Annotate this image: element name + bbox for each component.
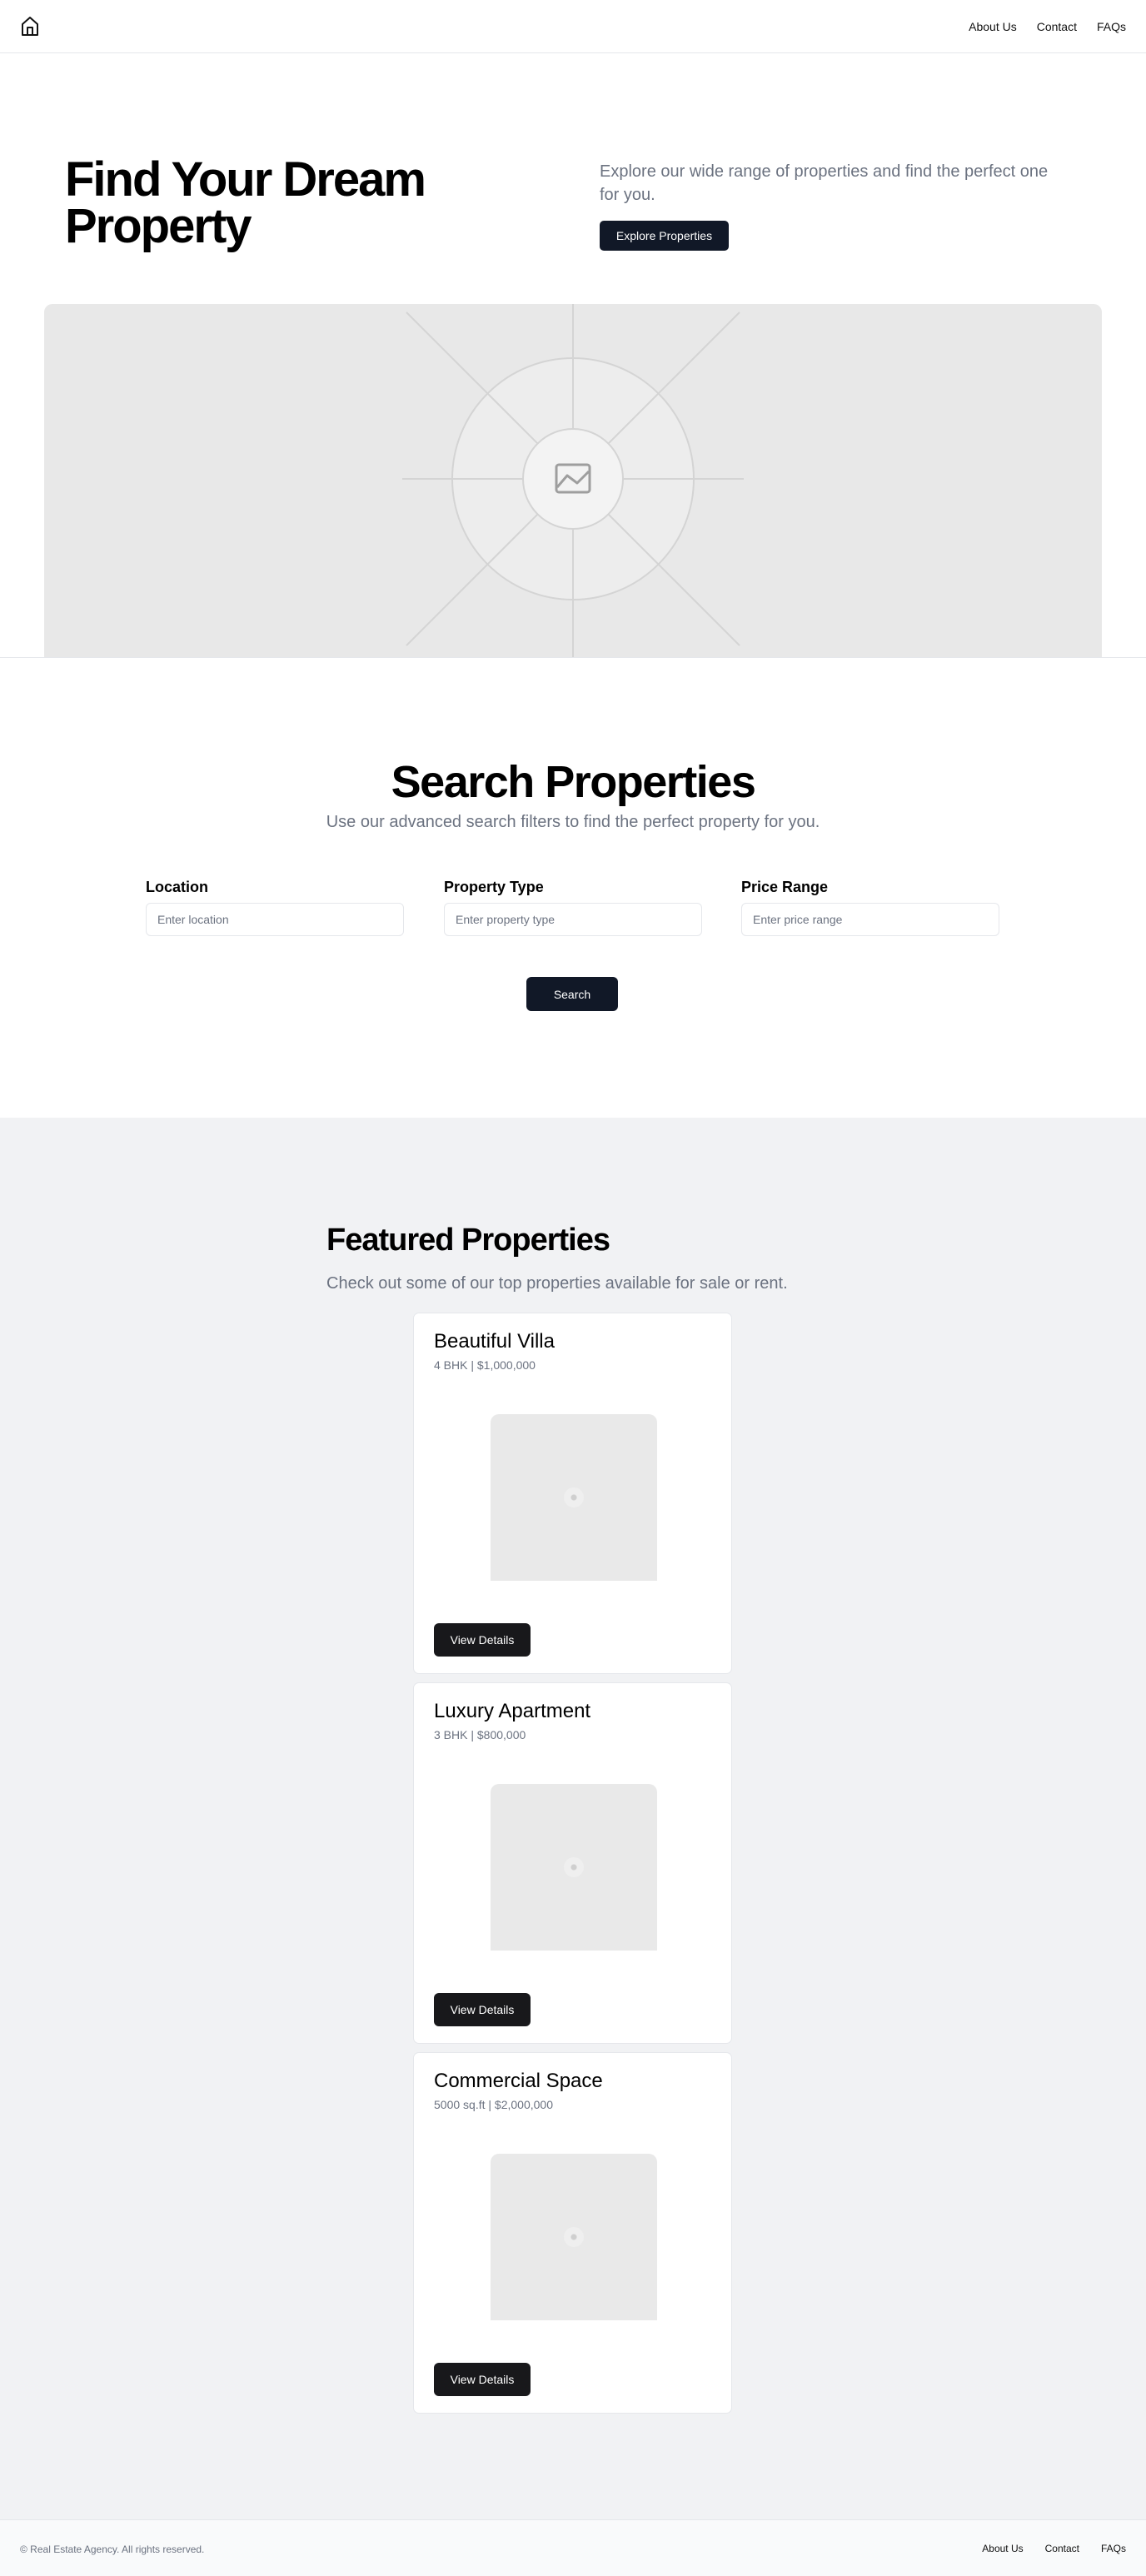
- property-title: Beautiful Villa: [434, 1330, 555, 1353]
- footer-nav-faqs[interactable]: FAQs: [1101, 2543, 1126, 2554]
- footer-nav-about-us[interactable]: About Us: [982, 2543, 1023, 2554]
- property-title: Luxury Apartment: [434, 1700, 591, 1722]
- property-image-placeholder: [491, 2154, 657, 2320]
- location-field: Location: [146, 879, 404, 936]
- property-image-placeholder: [491, 1414, 657, 1581]
- nav-about-us[interactable]: About Us: [969, 20, 1017, 33]
- search-button[interactable]: Search: [526, 977, 618, 1011]
- property-meta: 5000 sq.ft | $2,000,000: [434, 2098, 553, 2111]
- property-card: Commercial Space 5000 sq.ft | $2,000,000…: [413, 2052, 732, 2414]
- copyright-text: © Real Estate Agency. All rights reserve…: [20, 2544, 205, 2555]
- property-card: Luxury Apartment 3 BHK | $800,000 View D…: [413, 1682, 732, 2044]
- image-placeholder-icon: [564, 1487, 584, 1507]
- home-icon[interactable]: [20, 15, 40, 37]
- property-type-field: Property Type: [444, 879, 702, 936]
- nav-faqs[interactable]: FAQs: [1097, 20, 1126, 33]
- property-image-placeholder: [491, 1784, 657, 1951]
- view-details-button[interactable]: View Details: [434, 2363, 531, 2396]
- price-range-input[interactable]: [741, 903, 999, 936]
- view-details-button[interactable]: View Details: [434, 1993, 531, 2026]
- property-type-label: Property Type: [444, 879, 544, 895]
- hero-image-placeholder: [44, 304, 1102, 658]
- search-title: Search Properties: [391, 757, 756, 807]
- price-range-field: Price Range: [741, 879, 999, 936]
- property-meta: 3 BHK | $800,000: [434, 1728, 526, 1741]
- search-subtitle: Use our advanced search filters to find …: [326, 813, 820, 831]
- location-label: Location: [146, 879, 208, 895]
- image-placeholder-icon: [564, 1857, 584, 1877]
- view-details-button[interactable]: View Details: [434, 1623, 531, 1657]
- property-type-input[interactable]: [444, 903, 702, 936]
- featured-title: Featured Properties: [326, 1223, 610, 1258]
- site-header: About Us Contact FAQs: [0, 0, 1146, 53]
- nav-contact[interactable]: Contact: [1037, 20, 1077, 33]
- property-title: Commercial Space: [434, 2070, 603, 2092]
- section-divider: [0, 657, 1146, 658]
- explore-properties-button[interactable]: Explore Properties: [600, 221, 729, 251]
- image-placeholder-icon: [402, 304, 744, 658]
- property-card: Beautiful Villa 4 BHK | $1,000,000 View …: [413, 1313, 732, 1674]
- top-nav: About Us Contact FAQs: [969, 0, 1126, 53]
- property-meta: 4 BHK | $1,000,000: [434, 1358, 536, 1372]
- hero-title: Find Your Dream Property: [65, 152, 426, 253]
- footer-nav: About Us Contact FAQs: [982, 2520, 1126, 2576]
- hero-subtitle: Explore our wide range of properties and…: [600, 162, 1049, 204]
- featured-subtitle: Check out some of our top properties ava…: [326, 1274, 788, 1293]
- image-placeholder-icon: [564, 2227, 584, 2247]
- location-input[interactable]: [146, 903, 404, 936]
- price-range-label: Price Range: [741, 879, 829, 895]
- footer-nav-contact[interactable]: Contact: [1045, 2543, 1079, 2554]
- site-footer: © Real Estate Agency. All rights reserve…: [0, 2519, 1146, 2576]
